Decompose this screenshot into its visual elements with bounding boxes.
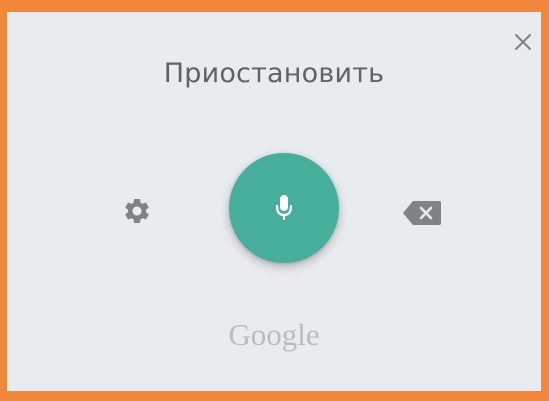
voice-input-panel: Приостановить Google: [7, 12, 541, 391]
status-label: Приостановить: [163, 58, 385, 89]
backspace-button[interactable]: [399, 198, 445, 228]
google-logo: Google: [228, 317, 320, 352]
microphone-button[interactable]: [229, 153, 339, 263]
settings-button[interactable]: [120, 194, 154, 228]
backspace-icon: [403, 201, 441, 225]
close-button[interactable]: [509, 28, 537, 56]
close-icon: [515, 34, 531, 50]
gear-icon: [125, 199, 149, 223]
microphone-icon: [275, 195, 293, 220]
